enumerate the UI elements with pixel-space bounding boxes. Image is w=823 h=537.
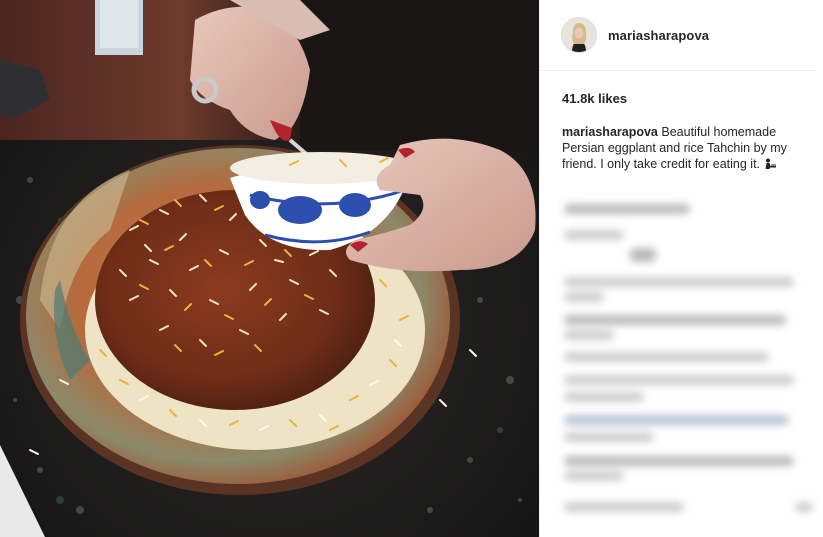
instagram-post: mariasharapova 41.8k likes mariasharapov…	[0, 0, 823, 537]
username-link[interactable]: mariasharapova	[608, 28, 709, 43]
post-sidebar: mariasharapova 41.8k likes mariasharapov…	[539, 0, 823, 537]
profile-photo-icon	[562, 18, 596, 52]
person-eating-emoji-icon	[764, 157, 777, 169]
likes-count[interactable]: 41.8k likes	[562, 91, 823, 106]
caption-username-link[interactable]: mariasharapova	[562, 125, 658, 139]
post-header: mariasharapova	[540, 0, 815, 71]
avatar[interactable]	[561, 17, 597, 53]
post-photo[interactable]	[0, 0, 539, 537]
blurred-comments	[550, 182, 823, 537]
post-caption: mariasharapova Beautiful homemade Persia…	[562, 124, 809, 172]
tahchin-photo-image	[0, 0, 539, 537]
